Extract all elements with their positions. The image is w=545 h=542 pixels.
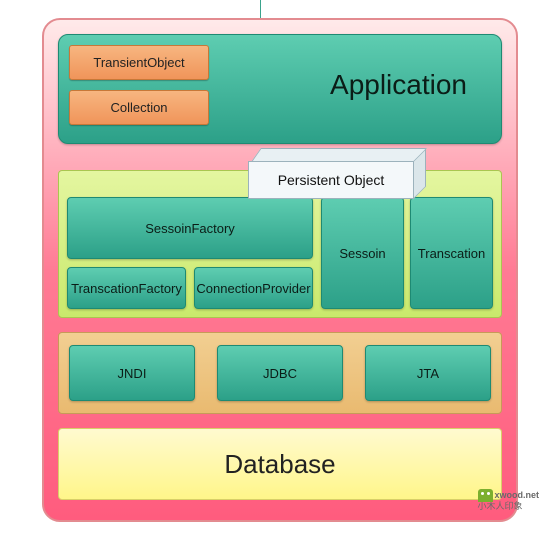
collection-box: Collection (69, 90, 209, 125)
watermark: xwood.net 小木人印象 (478, 489, 540, 512)
application-layer: TransientObject Collection Application (58, 34, 502, 144)
transaction-factory-box: TranscationFactory (67, 267, 186, 309)
watermark-site: xwood.net (495, 490, 540, 500)
jndi-box: JNDI (69, 345, 195, 401)
connection-provider-box: ConnectionProvider (194, 267, 313, 309)
application-title: Application (330, 69, 467, 101)
transient-object-box: TransientObject (69, 45, 209, 80)
session-box: Sessoin (321, 197, 404, 309)
tech-layer: JNDI JDBC JTA (58, 332, 502, 414)
transaction-box: Transcation (410, 197, 493, 309)
connector-line (260, 0, 261, 18)
session-factory-box: SessoinFactory (67, 197, 313, 259)
architecture-diagram: TransientObject Collection Application P… (42, 18, 518, 522)
watermark-tagline: 小木人印象 (478, 501, 523, 511)
database-label: Database (224, 449, 335, 480)
robot-icon (478, 489, 493, 502)
jdbc-box: JDBC (217, 345, 343, 401)
jta-box: JTA (365, 345, 491, 401)
persistent-object-box: Persistent Object (248, 148, 422, 200)
persistent-object-label: Persistent Object (248, 161, 414, 199)
database-layer: Database (58, 428, 502, 500)
cube-top-face (251, 148, 427, 162)
